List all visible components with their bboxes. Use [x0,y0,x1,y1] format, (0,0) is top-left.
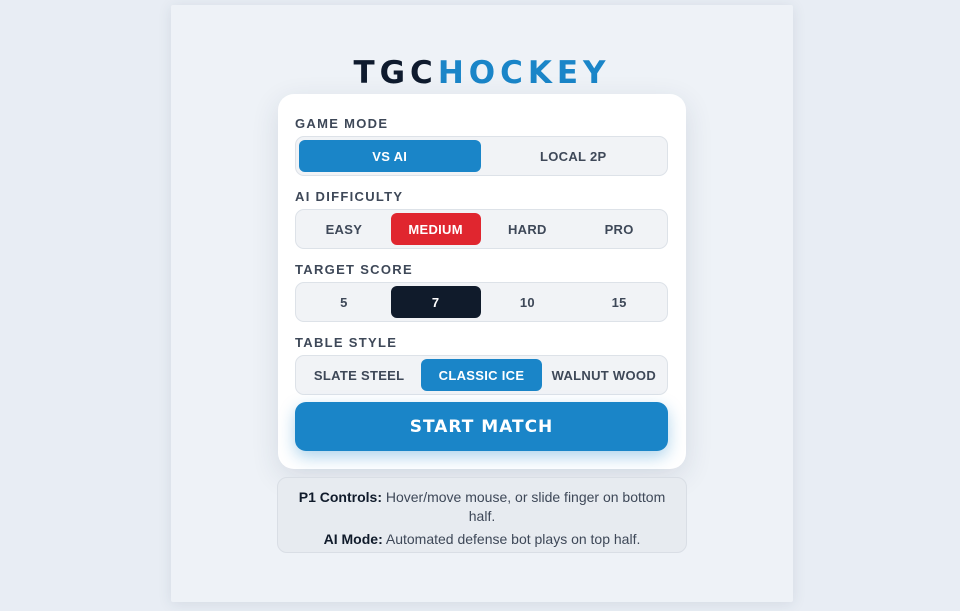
start-match-button[interactable]: START MATCH [295,402,668,451]
game-mode-label: GAME MODE [295,116,389,131]
difficulty-pro-button[interactable]: PRO [574,213,664,245]
difficulty-easy-button[interactable]: EASY [299,213,389,245]
game-mode-vs-ai-button[interactable]: VS AI [299,140,481,172]
style-slate-steel-button[interactable]: SLATE STEEL [299,359,419,391]
target-score-label: TARGET SCORE [295,262,413,277]
ai-difficulty-selector: EASY MEDIUM HARD PRO [295,209,668,249]
logo-part-hockey: HOCKEY [437,55,611,91]
controls-info-panel: P1 Controls: Hover/move mouse, or slide … [277,477,687,553]
table-style-label: TABLE STYLE [295,335,398,350]
target-score-selector: 5 7 10 15 [295,282,668,322]
ai-mode-description: Automated defense bot plays on top half. [382,531,641,547]
p1-controls-title: P1 Controls: [298,489,382,505]
ai-difficulty-label: AI DIFFICULTY [295,189,404,204]
p1-controls-description: Hover/move mouse, or slide finger on bot… [381,489,666,524]
p1-controls-text: P1 Controls: Hover/move mouse, or slide … [296,488,668,526]
style-classic-ice-button[interactable]: CLASSIC ICE [421,359,542,391]
settings-card: GAME MODE VS AI LOCAL 2P AI DIFFICULTY E… [278,94,686,469]
table-style-selector: SLATE STEEL CLASSIC ICE WALNUT WOOD [295,355,668,395]
score-15-button[interactable]: 15 [574,286,664,318]
score-7-button[interactable]: 7 [390,286,481,318]
app-logo: TGCHOCKEY [171,55,793,91]
style-walnut-wood-button[interactable]: WALNUT WOOD [544,359,664,391]
game-mode-local-2p-button[interactable]: LOCAL 2P [483,140,665,172]
difficulty-hard-button[interactable]: HARD [483,213,573,245]
app-container: TGCHOCKEY GAME MODE VS AI LOCAL 2P AI DI… [171,5,793,602]
ai-mode-title: AI Mode: [323,531,383,547]
game-mode-selector: VS AI LOCAL 2P [295,136,668,176]
score-10-button[interactable]: 10 [483,286,573,318]
logo-part-tgc: TGC [353,55,438,91]
score-5-button[interactable]: 5 [299,286,389,318]
difficulty-medium-button[interactable]: MEDIUM [390,213,481,245]
ai-mode-text: AI Mode: Automated defense bot plays on … [296,530,668,549]
